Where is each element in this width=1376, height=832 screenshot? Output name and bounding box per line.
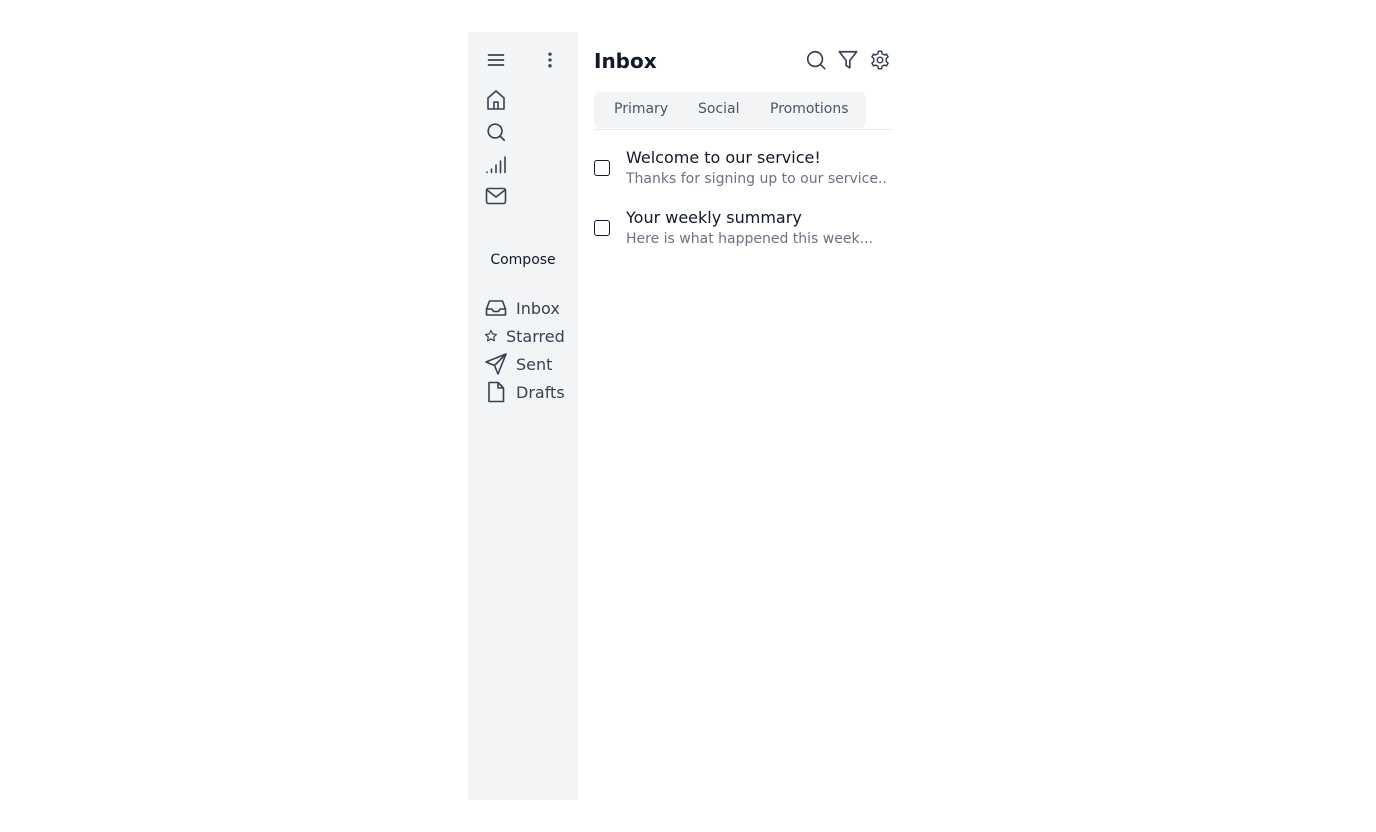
compose-button[interactable]: Compose (468, 247, 578, 273)
folder-label: Drafts (516, 382, 565, 402)
folder-label: Sent (516, 354, 553, 374)
search-icon[interactable] (482, 118, 510, 146)
mail-icon[interactable] (482, 182, 510, 210)
tab-promotions[interactable]: Promotions (770, 101, 849, 117)
more-vertical-icon[interactable] (536, 46, 564, 74)
main-panel: Inbox Primary Social Promotions Welcome … (594, 32, 892, 800)
folder-drafts[interactable]: Drafts (484, 380, 565, 404)
mail-app: Compose Inbox Starred Sent Drafts Inbox … (468, 32, 908, 800)
email-preview: Here is what happened this week... (626, 231, 873, 247)
email-checkbox[interactable] (594, 220, 610, 236)
settings-icon[interactable] (868, 48, 892, 72)
file-icon (484, 380, 508, 404)
star-icon (484, 324, 498, 348)
folder-label: Starred (506, 326, 565, 346)
home-icon[interactable] (482, 86, 510, 114)
search-icon[interactable] (804, 48, 828, 72)
menu-icon[interactable] (482, 46, 510, 74)
email-subject: Welcome to our service! (626, 148, 821, 167)
email-subject: Your weekly summary (626, 208, 802, 227)
page-title: Inbox (594, 49, 657, 73)
filter-icon[interactable] (836, 48, 860, 72)
email-checkbox[interactable] (594, 160, 610, 176)
email-row[interactable]: Your weekly summary Here is what happene… (594, 208, 892, 258)
send-icon (484, 352, 508, 376)
tab-list: Primary Social Promotions (594, 92, 866, 128)
folder-starred[interactable]: Starred (484, 324, 565, 348)
signal-icon[interactable] (482, 150, 510, 178)
inbox-icon (484, 296, 508, 320)
email-preview: Thanks for signing up to our service... (626, 171, 888, 187)
sidebar: Compose Inbox Starred Sent Drafts (468, 32, 578, 800)
tab-bar: Primary Social Promotions (594, 92, 892, 130)
tab-primary[interactable]: Primary (614, 101, 668, 117)
tab-social[interactable]: Social (698, 101, 740, 117)
folder-inbox[interactable]: Inbox (484, 296, 560, 320)
folder-sent[interactable]: Sent (484, 352, 552, 376)
folder-label: Inbox (516, 298, 560, 318)
email-row[interactable]: Welcome to our service! Thanks for signi… (594, 148, 892, 198)
